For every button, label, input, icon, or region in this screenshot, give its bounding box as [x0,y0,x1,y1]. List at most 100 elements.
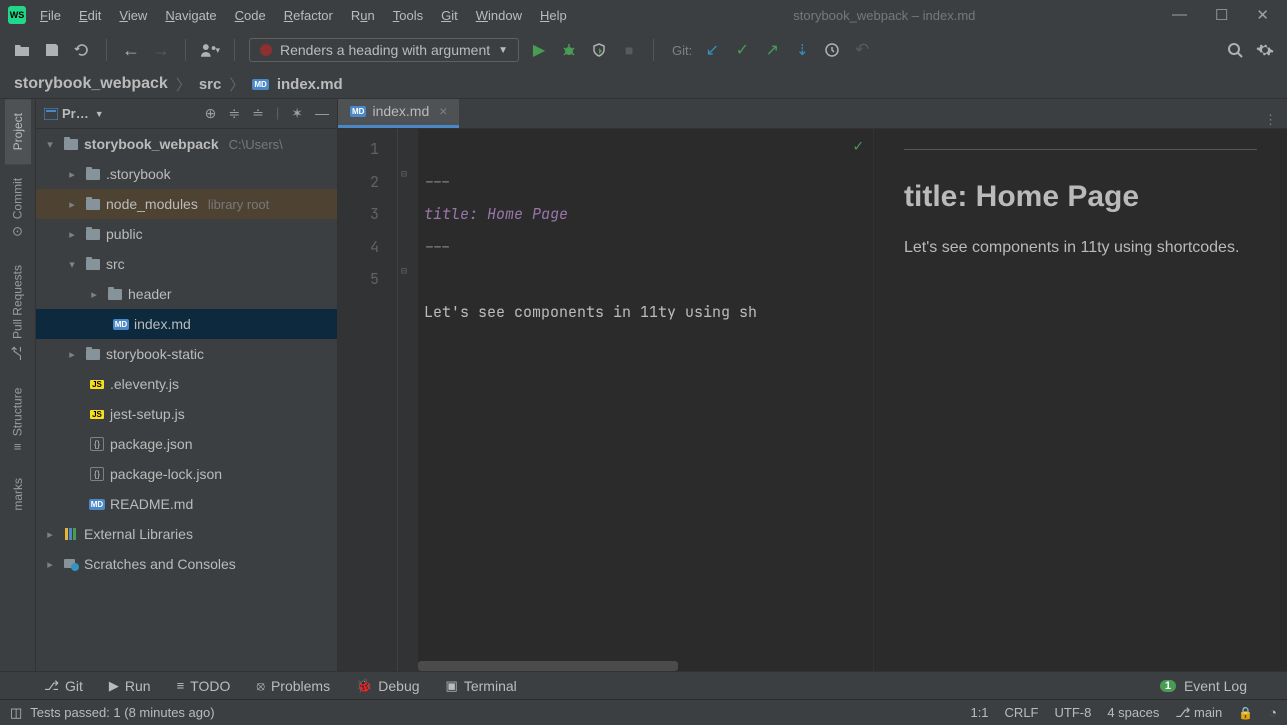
history-icon[interactable] [822,40,842,60]
js-file-icon: JS [90,380,104,389]
tree-src[interactable]: ▾ src [36,249,337,279]
run-config-selector[interactable]: Renders a heading with argument ▼ [249,38,519,62]
minimize-icon[interactable]: — [1172,6,1187,24]
locate-icon[interactable]: ⊕ [205,105,217,122]
menu-view[interactable]: View [119,8,147,23]
back-icon[interactable]: ← [121,40,141,60]
main-toolbar: ← → ▾ Renders a heading with argument ▼ … [0,30,1287,70]
status-indent[interactable]: 4 spaces [1107,705,1159,720]
tree-storybook[interactable]: ▸ .storybook [36,159,337,189]
menu-refactor[interactable]: Refactor [284,8,333,23]
menu-window[interactable]: Window [476,8,522,23]
code-content[interactable]: --- title: Home Page --- Let's see compo… [418,129,873,671]
status-tool-window-icon[interactable]: ◫ [10,705,22,721]
tw-git[interactable]: ⎇Git [44,678,83,694]
gutter-bookmarks[interactable]: marks [5,464,31,525]
breadcrumb-file[interactable]: index.md [277,76,343,93]
collapse-all-icon[interactable]: ≐ [252,105,264,122]
menu-edit[interactable]: Edit [79,8,101,23]
tw-event-log[interactable]: Event Log [1184,678,1247,694]
git-push-icon[interactable]: ↗ [762,40,782,60]
js-file-icon: JS [90,410,104,419]
tab-more-icon[interactable]: ⋮ [1264,112,1287,128]
breadcrumb-project[interactable]: storybook_webpack [14,75,168,93]
menu-tools[interactable]: Tools [393,8,423,23]
tree-storybook-static[interactable]: ▸ storybook-static [36,339,337,369]
tab-label: index.md [372,103,429,119]
search-icon[interactable] [1225,40,1245,60]
tree-root[interactable]: ▾ storybook_webpack C:\Users\ [36,129,337,159]
md-file-icon: MD [113,319,129,330]
gutter-pull-requests[interactable]: ⎇Pull Requests [4,251,31,374]
gutter-commit[interactable]: ⊙Commit [4,164,31,250]
left-tool-gutter: Project ⊙Commit ⎇Pull Requests ≡Structur… [0,99,36,671]
code-with-me-icon[interactable]: ▾ [200,40,220,60]
json-file-icon: {} [90,467,104,481]
breadcrumb: storybook_webpack 〉 src 〉 MD index.md [0,70,1287,98]
stop-icon[interactable]: ■ [619,40,639,60]
git-commit-icon[interactable]: ✓ [732,40,752,60]
coverage-icon[interactable] [589,40,609,60]
hide-sidebar-icon[interactable]: — [315,105,329,122]
tw-todo[interactable]: ≡TODO [177,678,231,694]
tw-problems[interactable]: ⦻Problems [256,678,330,694]
tree-eleventy[interactable]: JS .eleventy.js [36,369,337,399]
tree-public[interactable]: ▸ public [36,219,337,249]
menu-git[interactable]: Git [441,8,458,23]
debug-icon[interactable] [559,40,579,60]
save-icon[interactable] [42,40,62,60]
settings-icon[interactable] [1255,40,1275,60]
tree-package[interactable]: {} package.json [36,429,337,459]
event-badge: 1 [1160,680,1176,692]
close-tab-icon[interactable]: × [439,103,447,119]
chevron-down-icon: ▼ [498,45,508,56]
ide-scope-icon[interactable]: ◔ [1269,705,1277,720]
breadcrumb-sep: 〉 [176,74,191,95]
menu-code[interactable]: Code [235,8,266,23]
tree-index-md[interactable]: MD index.md [36,309,337,339]
reload-icon[interactable] [72,40,92,60]
git-update-icon[interactable]: ⇣ [792,40,812,60]
tree-header[interactable]: ▸ header [36,279,337,309]
fold-gutter: ⊟ ⊟ [398,129,418,671]
menu-file[interactable]: File [40,8,61,23]
status-tests[interactable]: Tests passed: 1 (8 minutes ago) [30,705,214,720]
tree-scratches[interactable]: ▸ Scratches and Consoles [36,549,337,579]
git-pull-icon[interactable]: ↙ [702,40,722,60]
tab-index-md[interactable]: MD index.md × [338,98,459,128]
tw-terminal[interactable]: ▣Terminal [446,678,517,694]
lock-icon[interactable]: 🔒 [1238,706,1253,720]
status-caret-pos[interactable]: 1:1 [970,705,988,720]
menu-run[interactable]: Run [351,8,375,23]
rollback-icon[interactable]: ↶ [852,40,872,60]
tree-readme[interactable]: MD README.md [36,489,337,519]
sidebar-title[interactable]: Pr…▼ [44,106,104,121]
close-icon[interactable]: ✕ [1256,6,1269,24]
sidebar-settings-icon[interactable]: ✶ [291,105,303,122]
h-scrollbar[interactable] [418,661,678,671]
inspection-ok-icon[interactable]: ✓ [853,135,863,156]
code-pane[interactable]: 12345 ⊟ ⊟ --- title: Home Page --- Let's… [338,129,873,671]
open-icon[interactable] [12,40,32,60]
tw-run[interactable]: ▶Run [109,678,151,694]
tree-jest-setup[interactable]: JS jest-setup.js [36,399,337,429]
forward-icon[interactable]: → [151,40,171,60]
maximize-icon[interactable]: ☐ [1215,6,1228,24]
status-branch[interactable]: ⎇ main [1175,705,1222,721]
gutter-project[interactable]: Project [5,99,31,164]
status-encoding[interactable]: UTF-8 [1055,705,1092,720]
tw-debug[interactable]: 🐞Debug [356,678,419,694]
menu-help[interactable]: Help [540,8,567,23]
project-sidebar: Pr…▼ ⊕ ≑ ≐ | ✶ — ▾ storybook_webpack C:\… [36,99,338,671]
gutter-structure[interactable]: ≡Structure [4,374,31,464]
run-config-dot-icon [260,44,272,56]
tree-node-modules[interactable]: ▸ node_modules library root [36,189,337,219]
menu-navigate[interactable]: Navigate [165,8,216,23]
expand-all-icon[interactable]: ≑ [228,105,240,122]
status-eol[interactable]: CRLF [1005,705,1039,720]
tree-external-libs[interactable]: ▸ External Libraries [36,519,337,549]
tool-window-bar: ⎇Git ▶Run ≡TODO ⦻Problems 🐞Debug ▣Termin… [0,671,1287,699]
run-icon[interactable]: ▶ [529,40,549,60]
tree-package-lock[interactable]: {} package-lock.json [36,459,337,489]
breadcrumb-folder[interactable]: src [199,76,222,93]
